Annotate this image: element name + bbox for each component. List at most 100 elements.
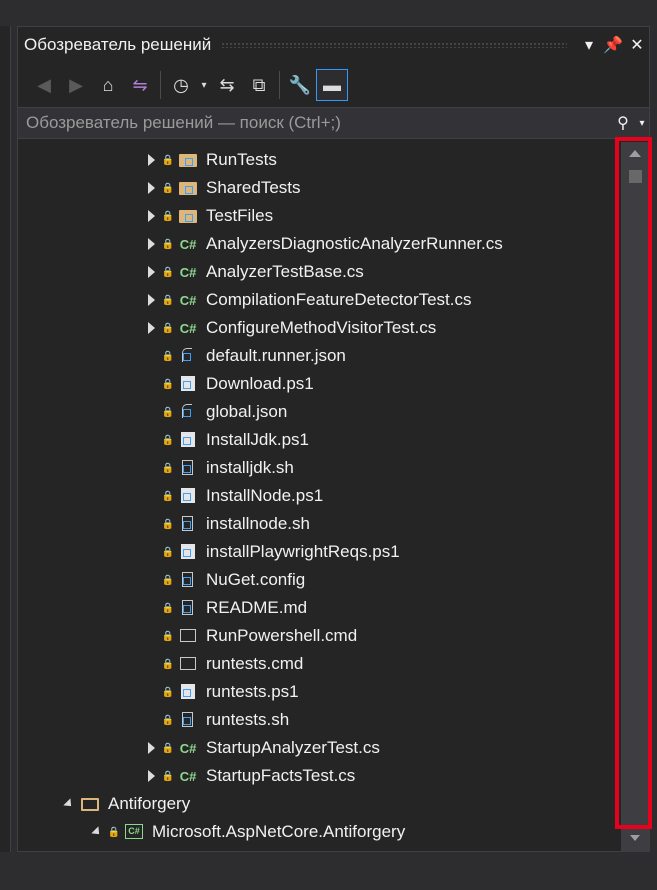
search-box[interactable]: ⚲ ▾ (18, 107, 649, 139)
lock-icon: 🔒 (161, 546, 175, 558)
solution-explorer-panel: Обозреватель решений ▾ 📌 ✕ ◀ ▶ ⌂ ⇋ ◷ ▾ ⇆… (17, 26, 650, 852)
collapse-arrow-icon[interactable] (90, 825, 104, 839)
collapse-all-icon[interactable]: ⧉ (243, 69, 275, 101)
tree-row[interactable]: 🔒 installjdk.sh (144, 454, 294, 482)
scroll-down-arrow-icon[interactable] (630, 835, 640, 841)
lock-icon: 🔒 (161, 210, 175, 222)
preview-selected-items-icon[interactable]: ▬ (316, 69, 348, 101)
tree-item-label: runtests.sh (206, 710, 290, 729)
tree-row[interactable]: 🔒 C# AnalyzerTestBase.cs (144, 258, 364, 286)
tree-row[interactable]: 🔒 InstallNode.ps1 (144, 482, 323, 510)
tree-row[interactable]: 🔒 runtests.cmd (144, 650, 304, 678)
tree-row[interactable]: 🔒 RunTests (144, 146, 277, 174)
tree-row[interactable]: 🔒 README.md (144, 594, 307, 622)
scroll-up-arrow-icon[interactable] (629, 150, 641, 157)
lock-icon: 🔒 (161, 770, 175, 782)
lock-icon: 🔒 (161, 294, 175, 306)
left-docked-pane (0, 26, 11, 852)
lock-icon: 🔒 (161, 322, 175, 334)
file-icon (178, 711, 198, 729)
tree-row[interactable]: Antiforgery (62, 790, 190, 818)
switch-views-icon[interactable]: ⇋ (124, 69, 156, 101)
close-icon[interactable]: ✕ (625, 33, 649, 57)
filter-dropdown-icon[interactable]: ▾ (197, 69, 211, 101)
expand-arrow-icon[interactable] (144, 293, 158, 307)
title-bar[interactable]: Обозреватель решений ▾ 📌 ✕ (18, 27, 649, 63)
forward-icon[interactable]: ▶ (60, 69, 92, 101)
tree-row[interactable]: 🔒 InstallJdk.ps1 (144, 426, 309, 454)
tree-row[interactable]: 🔒 runtests.ps1 (144, 678, 299, 706)
expand-arrow-icon[interactable] (144, 237, 158, 251)
back-icon[interactable]: ◀ (28, 69, 60, 101)
folder-icon (178, 179, 198, 197)
tree-row[interactable]: 🔒 installnode.sh (144, 510, 310, 538)
csharp-file-icon: C# (179, 264, 197, 280)
tree-row[interactable]: 🔒 runtests.sh (144, 706, 289, 734)
tree-row[interactable]: 🔒 TestFiles (144, 202, 273, 230)
file-icon (178, 459, 198, 477)
tree-row[interactable]: 🔒 SharedTests (144, 174, 301, 202)
csharp-project-icon (124, 823, 144, 841)
expand-arrow-icon[interactable] (144, 741, 158, 755)
tree-row[interactable]: 🔒 C# CompilationFeatureDetectorTest.cs (144, 286, 472, 314)
powershell-file-icon (178, 543, 198, 561)
tree-item-label: runtests.cmd (206, 654, 304, 673)
tree-row[interactable]: 🔒 C# StartupFactsTest.cs (144, 762, 355, 790)
tree-row[interactable]: 🔒 C# StartupAnalyzerTest.cs (144, 734, 380, 762)
home-icon[interactable]: ⌂ (92, 69, 124, 101)
toolbar-separator (279, 71, 280, 99)
vertical-scrollbar[interactable] (621, 142, 650, 852)
sync-active-document-icon[interactable]: ⇆ (211, 69, 243, 101)
powershell-file-icon (178, 683, 198, 701)
search-icon[interactable]: ⚲ (611, 111, 635, 135)
tree-row[interactable]: 🔒 RunPowershell.cmd (144, 622, 357, 650)
csharp-file-icon: C# (179, 292, 197, 308)
search-options-chevron-down-icon[interactable]: ▾ (635, 111, 649, 135)
toolbar-separator (160, 71, 161, 99)
no-arrow-spacer (144, 601, 158, 615)
collapse-arrow-icon[interactable] (62, 797, 76, 811)
lock-icon: 🔒 (161, 714, 175, 726)
tree-row[interactable]: 🔒 installPlaywrightReqs.ps1 (144, 538, 400, 566)
tree-item-label: Antiforgery (108, 794, 191, 813)
powershell-file-icon (178, 375, 198, 393)
no-arrow-spacer (144, 517, 158, 531)
expand-arrow-icon[interactable] (144, 153, 158, 167)
tree-item-label: ConfigureMethodVisitorTest.cs (206, 318, 437, 337)
file-icon (178, 571, 198, 589)
lock-icon: 🔒 (107, 826, 121, 838)
properties-icon[interactable]: 🔧 (284, 69, 316, 101)
lock-icon: 🔒 (161, 434, 175, 446)
tree-row[interactable]: 🔒 C# ConfigureMethodVisitorTest.cs (144, 314, 436, 342)
expand-arrow-icon[interactable] (144, 181, 158, 195)
lock-icon: 🔒 (161, 490, 175, 502)
pin-icon[interactable]: 📌 (601, 33, 625, 57)
tree-row[interactable]: 🔒 Microsoft.AspNetCore.Antiforgery (90, 818, 405, 846)
tree-row[interactable]: 🔒 C# AnalyzersDiagnosticAnalyzerRunner.cs (144, 230, 503, 258)
no-arrow-spacer (144, 657, 158, 671)
no-arrow-spacer (144, 461, 158, 475)
scroll-thumb[interactable] (629, 170, 642, 183)
folder-icon (178, 207, 198, 225)
chevron-down-icon[interactable]: ▾ (577, 33, 601, 57)
tree-item-label: default.runner.json (206, 346, 346, 365)
tree-item-label: InstallNode.ps1 (206, 486, 324, 505)
no-arrow-spacer (144, 489, 158, 503)
tree-row[interactable]: 🔒 global.json (144, 398, 288, 426)
tree-row[interactable]: 🔒 default.runner.json (144, 342, 346, 370)
solution-tree: 🔒 RunTests 🔒 SharedTests 🔒 TestFiles 🔒 C# Analyz… (18, 146, 613, 851)
expand-arrow-icon[interactable] (144, 209, 158, 223)
tree-item-label: AnalyzersDiagnosticAnalyzerRunner.cs (206, 234, 503, 253)
tree-row[interactable]: 🔒 NuGet.config (144, 566, 305, 594)
tree-item-label: CompilationFeatureDetectorTest.cs (206, 290, 472, 309)
expand-arrow-icon[interactable] (144, 769, 158, 783)
csharp-file-icon: C# (179, 740, 197, 756)
expand-arrow-icon[interactable] (144, 321, 158, 335)
expand-arrow-icon[interactable] (144, 265, 158, 279)
file-icon (178, 515, 198, 533)
search-input[interactable] (18, 112, 611, 134)
lock-icon: 🔒 (161, 602, 175, 614)
title-grip[interactable] (221, 42, 567, 48)
tree-row[interactable]: 🔒 Download.ps1 (144, 370, 314, 398)
pending-changes-filter-icon[interactable]: ◷ (165, 69, 197, 101)
